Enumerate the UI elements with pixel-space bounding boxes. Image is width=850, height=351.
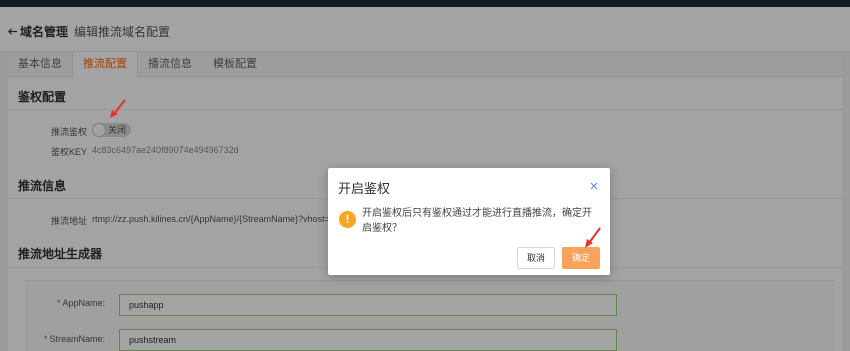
confirm-button[interactable]: 确定 [562,247,600,269]
close-icon[interactable] [588,180,600,192]
enable-auth-dialog: 开启鉴权 ! 开启鉴权后只有鉴权通过才能进行直播推流，确定开启鉴权？ 取消 确定 [328,168,610,275]
warning-icon: ! [339,211,356,228]
dialog-title: 开启鉴权 [338,181,391,196]
annotation-arrow-icon [585,227,601,248]
cancel-button[interactable]: 取消 [517,247,555,269]
dialog-message: 开启鉴权后只有鉴权通过才能进行直播推流，确定开启鉴权？ [362,208,592,234]
annotation-arrow-icon [110,99,126,118]
